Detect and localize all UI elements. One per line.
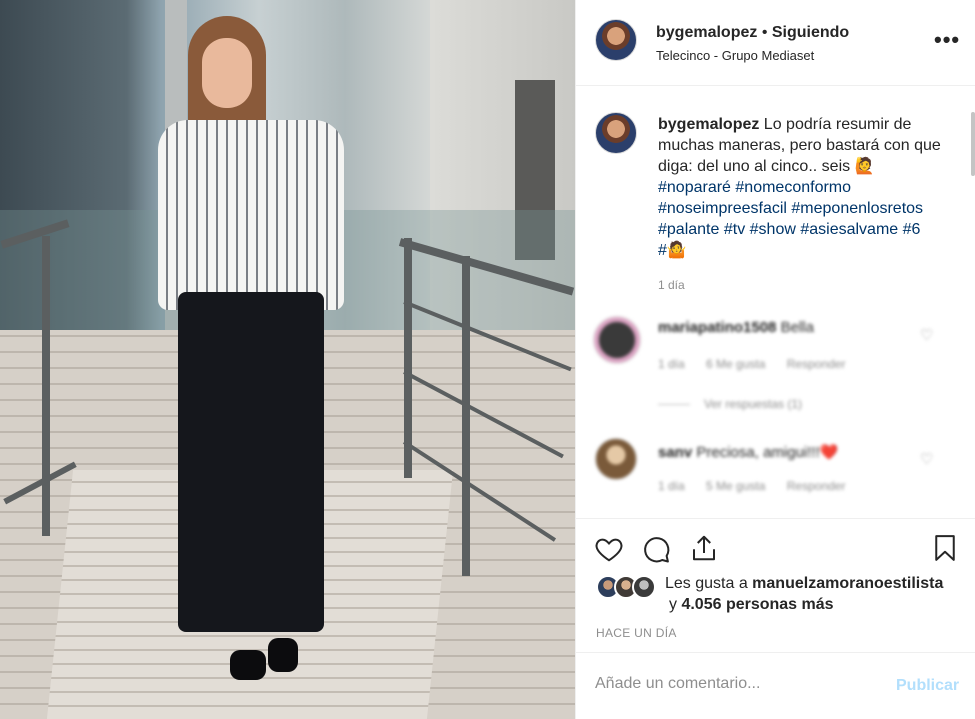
- post-side-panel: bygemalopez • Siguiendo Telecinco - Grup…: [575, 0, 975, 719]
- comment-icon[interactable]: [641, 534, 671, 564]
- hashtag[interactable]: #tv: [724, 221, 745, 238]
- comment-time[interactable]: 1 día: [658, 357, 685, 371]
- hashtag[interactable]: #asiesalvame: [800, 221, 898, 238]
- photo-shoe-left: [230, 650, 266, 680]
- author-avatar[interactable]: [595, 19, 637, 61]
- comment-likes[interactable]: 6 Me gusta: [706, 357, 765, 371]
- comments-list[interactable]: bygemalopez Lo podría resumir de muchas …: [576, 86, 975, 518]
- add-comment-bar: Publicar: [576, 652, 975, 719]
- comment-time[interactable]: 1 día: [658, 479, 685, 493]
- comment-username[interactable]: sanv: [658, 444, 692, 461]
- likes-prefix: Les gusta a: [665, 575, 753, 592]
- hashtag[interactable]: #nopararé: [658, 179, 731, 196]
- hashtag[interactable]: #noseimpreesfacil: [658, 200, 787, 217]
- author-username[interactable]: bygemalopez: [656, 24, 757, 41]
- comment-text: Bella: [780, 319, 814, 336]
- publish-button[interactable]: Publicar: [896, 677, 959, 695]
- hashtag[interactable]: #meponenlosretos: [791, 200, 923, 217]
- header-separator: •: [761, 24, 768, 41]
- photo-striped-shirt: [158, 120, 344, 310]
- comment-heart-icon[interactable]: ♡: [920, 450, 933, 468]
- liker-username[interactable]: manuelzamoranoestilista: [752, 575, 943, 592]
- comment-avatar[interactable]: [593, 316, 641, 364]
- comment-input[interactable]: [595, 675, 875, 693]
- caption-text: bygemalopez Lo podría resumir de muchas …: [658, 114, 958, 261]
- comment-line: mariapatino1508 Bella: [658, 319, 814, 336]
- photo-person: [150, 10, 350, 690]
- view-replies-button[interactable]: Ver respuestas (1): [658, 397, 802, 411]
- photo-railing-left-post: [42, 236, 50, 536]
- comment-line: sanv Preciosa, amigui!!!❤️: [658, 443, 838, 461]
- photo-railing-right-post2: [462, 256, 470, 576]
- likes-summary-line1: Les gusta a manuelzamoranoestilista: [665, 575, 943, 593]
- comment-heart-icon[interactable]: ♡: [920, 326, 933, 344]
- photo-face: [202, 38, 252, 108]
- share-icon[interactable]: [689, 533, 719, 563]
- hashtag[interactable]: #🤷: [658, 242, 687, 259]
- hashtag[interactable]: #show: [750, 221, 796, 238]
- bookmark-icon[interactable]: [930, 533, 960, 563]
- likes-conj: y: [669, 596, 682, 613]
- post-timestamp[interactable]: HACE UN DÍA: [596, 626, 677, 640]
- hashtag[interactable]: #6: [903, 221, 921, 238]
- comment-username[interactable]: mariapatino1508: [658, 319, 776, 336]
- likers-avatars[interactable]: [596, 575, 656, 603]
- post-modal: bygemalopez • Siguiendo Telecinco - Grup…: [0, 0, 975, 719]
- likes-summary-line2: y 4.056 personas más: [669, 596, 834, 614]
- comment-reply-button[interactable]: Responder: [787, 479, 846, 493]
- comment-meta: 1 día 6 Me gusta Responder: [658, 357, 845, 371]
- photo-black-pants: [178, 292, 324, 632]
- comment-meta: 1 día 5 Me gusta Responder: [658, 479, 845, 493]
- photo-shoe-right: [268, 638, 298, 672]
- more-horizontal-icon[interactable]: •••: [934, 29, 960, 51]
- comment-avatar[interactable]: [595, 438, 637, 480]
- caption-avatar[interactable]: [595, 112, 637, 154]
- post-location[interactable]: Telecinco - Grupo Mediaset: [656, 48, 814, 63]
- view-replies-label: Ver respuestas (1): [704, 397, 803, 411]
- caption-time[interactable]: 1 día: [658, 278, 685, 292]
- heart-icon[interactable]: [594, 534, 624, 564]
- hashtag[interactable]: #palante: [658, 221, 719, 238]
- post-actions: Les gusta a manuelzamoranoestilista y 4.…: [576, 518, 975, 652]
- likes-count-link[interactable]: 4.056 personas más: [681, 596, 833, 613]
- liker-avatar: [632, 575, 656, 599]
- comment-reply-button[interactable]: Responder: [787, 357, 846, 371]
- comments-scrollbar[interactable]: [971, 112, 975, 176]
- following-button[interactable]: Siguiendo: [772, 24, 849, 41]
- post-header: bygemalopez • Siguiendo Telecinco - Grup…: [576, 0, 975, 86]
- comment-likes[interactable]: 5 Me gusta: [706, 479, 765, 493]
- replies-dash: [658, 404, 690, 406]
- post-photo[interactable]: [0, 0, 575, 719]
- comment-text: Preciosa, amigui!!!❤️: [696, 444, 839, 461]
- hashtag[interactable]: #nomeconformo: [735, 179, 851, 196]
- caption-username[interactable]: bygemalopez: [658, 116, 759, 133]
- author-line: bygemalopez • Siguiendo: [656, 24, 849, 42]
